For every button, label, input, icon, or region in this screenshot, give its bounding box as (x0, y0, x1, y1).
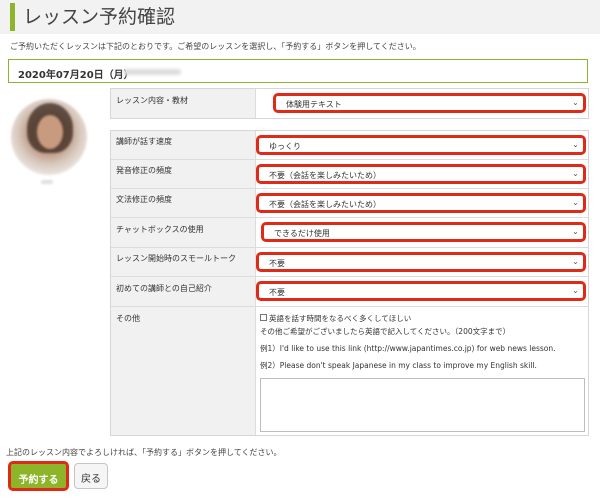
option-label-cell: 初めての講師との自己紹介 (111, 277, 256, 306)
option-label-cell: 講師が話す速度 (111, 131, 256, 159)
lesson-content-label-cell: レッスン内容・教材 (111, 89, 256, 118)
option-label-cell: 発音修正の頻度 (111, 160, 256, 188)
other-label-cell: その他 (111, 307, 256, 435)
option-label-speed: 講師が話す速度 (116, 137, 172, 146)
reserve-button-label: 予約する (18, 475, 59, 486)
option-label-cell: 文法修正の頻度 (111, 189, 256, 217)
option-label-chatbox: チャットボックスの使用 (116, 225, 204, 234)
other-request-textarea[interactable] (260, 378, 585, 432)
chevron-down-icon: ⌄ (572, 257, 579, 266)
pronunciation-select[interactable]: 不要（会話を楽しみたいため） ⌄ (256, 164, 586, 184)
other-label: その他 (116, 314, 140, 323)
teacher-name-redacted (41, 180, 53, 184)
chatbox-value: できるだけ使用 (274, 229, 330, 238)
other-example-1: 例1）I'd like to use this link (http://www… (260, 344, 556, 353)
option-label-introduction: 初めての講師との自己紹介 (116, 284, 212, 293)
avatar-face (37, 115, 63, 149)
title-accent (10, 3, 15, 31)
confirm-text: 上記のレッスン内容でよろしければ、「予約する」ボタンを押してください。 (6, 448, 282, 457)
introduction-value: 不要 (269, 288, 285, 297)
chevron-down-icon: ⌄ (572, 140, 579, 149)
option-label-smalltalk: レッスン開始時のスモールトーク (116, 254, 236, 263)
option-row-speed: 講師が話す速度 ゆっくり ⌄ (111, 131, 588, 160)
page-title: レッスン予約確認 (23, 6, 176, 28)
chevron-down-icon: ⌄ (572, 169, 579, 178)
chevron-down-icon: ⌄ (572, 198, 579, 207)
chatbox-select[interactable]: できるだけ使用 ⌄ (261, 222, 586, 242)
speed-value: ゆっくり (269, 142, 301, 151)
more-speaking-checkbox[interactable] (260, 314, 267, 321)
lesson-content-table: レッスン内容・教材 体験用テキスト ⌄ (110, 88, 589, 119)
lesson-date: 2020年07月20日（月） (18, 70, 134, 81)
option-row-pronunciation: 発音修正の頻度 不要（会話を楽しみたいため） ⌄ (111, 160, 588, 189)
option-value-cell: 不要（会話を楽しみたいため） ⌄ (256, 189, 588, 217)
chevron-down-icon: ⌄ (572, 227, 579, 236)
lesson-time-redacted (123, 69, 181, 75)
lesson-material-value: 体験用テキスト (286, 100, 342, 109)
other-value-cell: 英語を話す時間をなるべく多くしてほしい その他ご希望がございましたら英語で記入し… (256, 307, 588, 435)
grammar-value: 不要（会話を楽しみたいため） (269, 200, 381, 209)
option-value-cell: できるだけ使用 ⌄ (256, 218, 588, 247)
option-value-cell: 不要（会話を楽しみたいため） ⌄ (256, 160, 588, 188)
option-row-grammar: 文法修正の頻度 不要（会話を楽しみたいため） ⌄ (111, 189, 588, 218)
option-row-chatbox: チャットボックスの使用 できるだけ使用 ⌄ (111, 218, 588, 248)
option-row-other: その他 英語を話す時間をなるべく多くしてほしい その他ご希望がございましたら英語… (111, 307, 588, 435)
chevron-down-icon: ⌄ (572, 286, 579, 295)
lesson-date-bar: 2020年07月20日（月） (8, 59, 588, 83)
back-button-label: 戻る (81, 474, 101, 485)
lesson-content-row: レッスン内容・教材 体験用テキスト ⌄ (111, 89, 588, 118)
teacher-avatar (11, 99, 87, 175)
other-example-2: 例2）Please don't speak Japanese in my cla… (260, 361, 537, 370)
more-speaking-checkbox-label: 英語を話す時間をなるべく多くしてほしい (269, 314, 412, 323)
smalltalk-value: 不要 (269, 259, 285, 268)
preferences-table: 講師が話す速度 ゆっくり ⌄ 発音修正の頻度 不要（会話を楽しみたいため） ⌄ … (110, 130, 589, 436)
reserve-button[interactable]: 予約する (8, 461, 69, 491)
chevron-down-icon: ⌄ (572, 98, 579, 107)
lesson-material-select[interactable]: 体験用テキスト ⌄ (273, 93, 586, 113)
option-value-cell: 不要 ⌄ (256, 277, 588, 306)
option-label-cell: レッスン開始時のスモールトーク (111, 248, 256, 276)
option-label-cell: チャットボックスの使用 (111, 218, 256, 247)
option-value-cell: ゆっくり ⌄ (256, 131, 588, 159)
option-label-grammar: 文法修正の頻度 (116, 195, 172, 204)
intro-text: ご予約いただくレッスンは下記のとおりです。ご希望のレッスンを選択し、「予約する」… (10, 42, 421, 51)
smalltalk-select[interactable]: 不要 ⌄ (256, 252, 586, 272)
title-bar: レッスン予約確認 (0, 0, 600, 34)
other-note: その他ご希望がございましたら英語で記入してください。（200文字まで） (260, 327, 511, 336)
lesson-content-value-cell: 体験用テキスト ⌄ (256, 89, 588, 118)
grammar-select[interactable]: 不要（会話を楽しみたいため） ⌄ (256, 193, 586, 213)
back-button[interactable]: 戻る (74, 463, 108, 489)
lesson-content-label: レッスン内容・教材 (116, 96, 188, 105)
option-row-introduction: 初めての講師との自己紹介 不要 ⌄ (111, 277, 588, 307)
pronunciation-value: 不要（会話を楽しみたいため） (269, 171, 381, 180)
option-value-cell: 不要 ⌄ (256, 248, 588, 276)
option-row-smalltalk: レッスン開始時のスモールトーク 不要 ⌄ (111, 248, 588, 277)
option-label-pronunciation: 発音修正の頻度 (116, 166, 172, 175)
introduction-select[interactable]: 不要 ⌄ (256, 281, 586, 301)
speed-select[interactable]: ゆっくり ⌄ (256, 135, 586, 155)
